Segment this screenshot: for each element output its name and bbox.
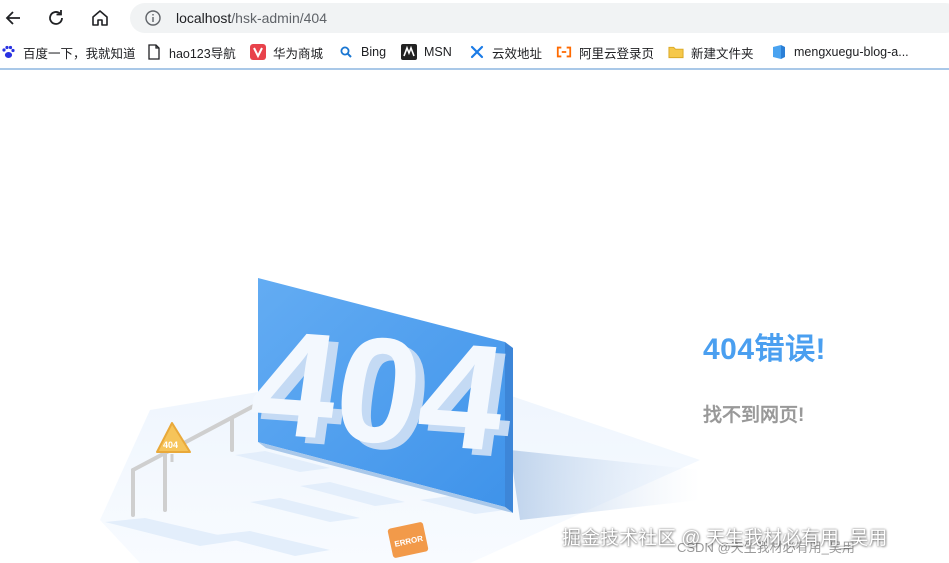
bookmark-hao123[interactable]: hao123导航 (146, 36, 236, 68)
bookmark-aliyun[interactable]: 阿里云登录页 (556, 36, 654, 68)
site-info-icon[interactable] (144, 9, 162, 32)
bookmark-label: 阿里云登录页 (579, 46, 655, 61)
reload-icon (49, 10, 63, 25)
bing-search-icon (338, 44, 354, 60)
url-text[interactable]: localhost/hsk-admin/404 (176, 10, 327, 26)
vmall-icon (250, 44, 266, 60)
address-bar[interactable]: localhost/hsk-admin/404 (130, 3, 949, 33)
msn-icon (401, 44, 417, 60)
error-subtitle: 找不到网页! (703, 405, 805, 426)
bookmarks-bar: 百度一下，我就知道 hao123导航 华为商城 Bing MSN 云效地址 阿里… (0, 36, 949, 70)
bookmark-vmall[interactable]: 华为商城 (250, 36, 323, 68)
page-icon (146, 44, 162, 60)
404-illustration: 404 404 404 ERROR (100, 278, 700, 563)
page-content: 404 404 404 ERROR 404错误! 找不到网页! CSDN @天生… (0, 70, 949, 563)
watermark-primary: 掘金技术社区 @ 天生我材必有用_吴用 (562, 528, 888, 549)
warning-sign-label: 404 (163, 440, 178, 450)
bookmark-label: 华为商城 (273, 46, 324, 61)
baidu-paw-icon (0, 44, 16, 60)
big-404-text: 404 (242, 298, 516, 482)
reload-button[interactable] (42, 4, 70, 32)
error-title: 404错误! (703, 333, 827, 366)
back-button[interactable] (0, 4, 28, 32)
home-button[interactable] (86, 4, 114, 32)
bookmark-baidu[interactable]: 百度一下，我就知道 (0, 36, 136, 68)
bookmark-label: hao123导航 (169, 46, 236, 61)
folder-icon (668, 44, 684, 60)
aliyun-icon (556, 44, 572, 60)
home-icon (92, 10, 108, 26)
bookmark-label: MSN (424, 45, 452, 59)
bookmark-label: mengxuegu-blog-a... (794, 45, 909, 59)
yunxiao-icon (469, 44, 485, 60)
arrow-left-icon (5, 11, 20, 25)
bookmark-label: 百度一下，我就知道 (23, 46, 136, 61)
browser-toolbar: localhost/hsk-admin/404 (0, 0, 949, 36)
edge-tab-icon (771, 44, 787, 60)
bookmark-label: Bing (361, 45, 387, 59)
bookmark-label: 新建文件夹 (691, 46, 754, 61)
bookmark-new-folder[interactable]: 新建文件夹 (668, 36, 754, 68)
bookmark-mengxuegu[interactable]: mengxuegu-blog-a... (771, 36, 909, 68)
url-host: localhost (176, 10, 232, 26)
bookmark-bing[interactable]: Bing (338, 36, 386, 68)
url-path: /hsk-admin/404 (231, 10, 327, 26)
bookmark-yunxiao[interactable]: 云效地址 (469, 36, 542, 68)
bookmark-label: 云效地址 (492, 46, 543, 61)
bookmark-msn[interactable]: MSN (401, 36, 452, 68)
